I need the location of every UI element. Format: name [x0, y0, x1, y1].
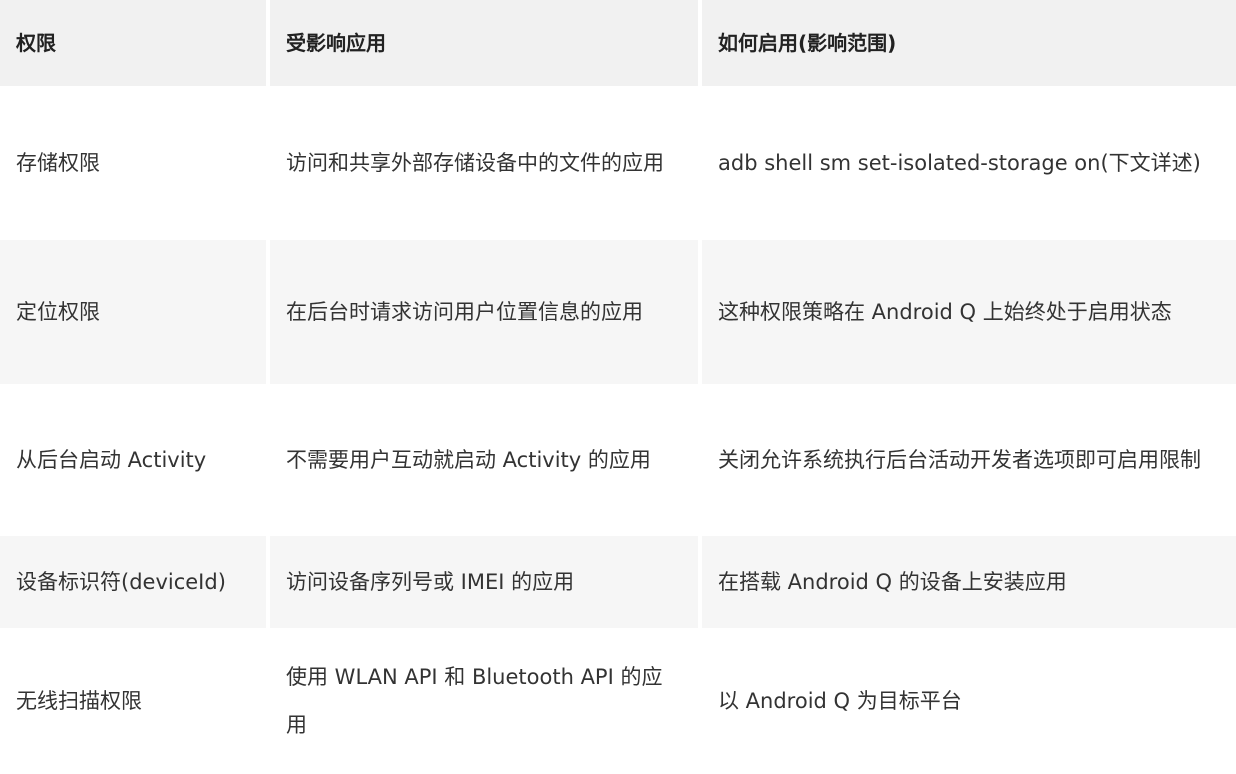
cell-permission: 设备标识符(deviceId)	[16, 570, 226, 594]
table-row: 无线扫描权限	[0, 632, 270, 774]
cell-affected-apps: 不需要用户互动就启动 Activity 的应用	[286, 448, 651, 472]
cell-how-to-enable: 这种权限策略在 Android Q 上始终处于启用状态	[718, 300, 1172, 324]
permissions-table: 权限 受影响应用 如何启用(影响范围) 存储权限 访问和共享外部存储设备中的文件…	[0, 0, 1236, 774]
cell-affected-apps: 访问和共享外部存储设备中的文件的应用	[286, 151, 664, 175]
table-row: 这种权限策略在 Android Q 上始终处于启用状态	[702, 240, 1236, 388]
header-permission-label: 权限	[16, 31, 56, 55]
cell-how-to-enable: adb shell sm set-isolated-storage on(下文详…	[718, 151, 1201, 175]
cell-permission: 无线扫描权限	[16, 689, 142, 713]
header-affected-apps-label: 受影响应用	[286, 31, 386, 55]
table-row: 关闭允许系统执行后台活动开发者选项即可启用限制	[702, 388, 1236, 536]
table-row: 设备标识符(deviceId)	[0, 536, 270, 632]
cell-how-to-enable: 以 Android Q 为目标平台	[718, 689, 962, 713]
table-row: 访问设备序列号或 IMEI 的应用	[270, 536, 702, 632]
cell-permission: 从后台启动 Activity	[16, 448, 207, 472]
cell-how-to-enable: 在搭载 Android Q 的设备上安装应用	[718, 570, 1067, 594]
cell-how-to-enable: 关闭允许系统执行后台活动开发者选项即可启用限制	[718, 448, 1201, 472]
cell-affected-apps: 访问设备序列号或 IMEI 的应用	[286, 570, 575, 594]
header-how-to-enable-label: 如何启用(影响范围)	[718, 31, 897, 55]
header-affected-apps: 受影响应用	[270, 0, 702, 90]
table-row: 不需要用户互动就启动 Activity 的应用	[270, 388, 702, 536]
table-row: 使用 WLAN API 和 Bluetooth API 的应用	[270, 632, 702, 774]
table-row: 从后台启动 Activity	[0, 388, 270, 536]
table-row: 存储权限	[0, 90, 270, 240]
table-row: 定位权限	[0, 240, 270, 388]
cell-permission: 存储权限	[16, 151, 100, 175]
table-row: 访问和共享外部存储设备中的文件的应用	[270, 90, 702, 240]
table-row: 以 Android Q 为目标平台	[702, 632, 1236, 774]
cell-permission: 定位权限	[16, 300, 100, 324]
table-row: 在后台时请求访问用户位置信息的应用	[270, 240, 702, 388]
table-row: 在搭载 Android Q 的设备上安装应用	[702, 536, 1236, 632]
cell-affected-apps: 在后台时请求访问用户位置信息的应用	[286, 300, 643, 324]
cell-affected-apps: 使用 WLAN API 和 Bluetooth API 的应用	[286, 665, 663, 737]
header-permission: 权限	[0, 0, 270, 90]
header-how-to-enable: 如何启用(影响范围)	[702, 0, 1236, 90]
table-row: adb shell sm set-isolated-storage on(下文详…	[702, 90, 1236, 240]
